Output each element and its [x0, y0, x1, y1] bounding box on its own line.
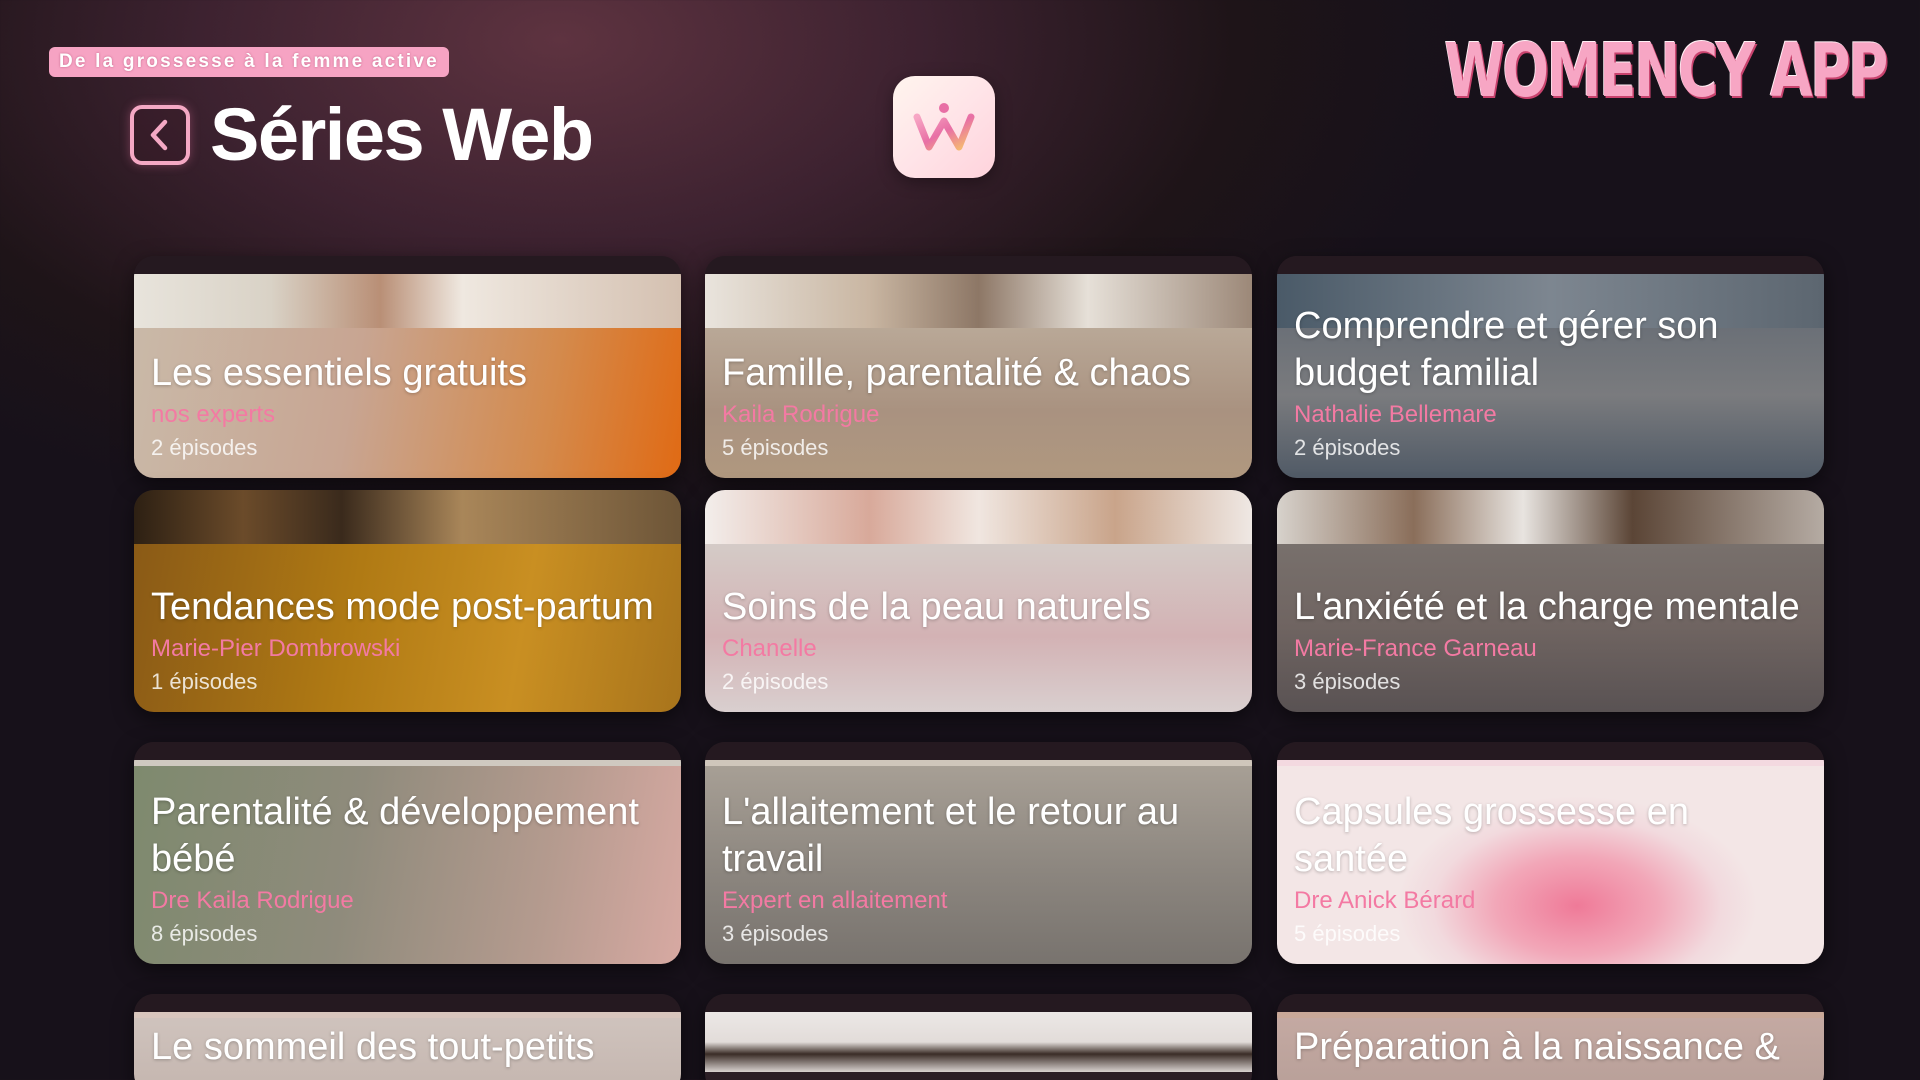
series-author: Chanelle — [722, 635, 817, 662]
series-card[interactable]: Soins de la peau naturels Chanelle 2 épi… — [705, 490, 1252, 712]
series-author: Dre Kaila Rodrigue — [151, 887, 354, 914]
series-episode-count: 8 épisodes — [151, 921, 258, 946]
series-thumbnail — [705, 1012, 1252, 1072]
card-text: Capsules grossesse en santée Dre Anick B… — [1294, 789, 1808, 950]
brand-logo: WOMENCY APP — [1444, 28, 1888, 114]
card-strip — [134, 256, 681, 274]
card-strip — [705, 256, 1252, 274]
series-author: Dre Anick Bérard — [1294, 887, 1476, 914]
series-card[interactable]: L'anxiété et la charge mentale Marie-Fra… — [1277, 490, 1824, 712]
card-text: L'anxiété et la charge mentale Marie-Fra… — [1294, 584, 1808, 698]
series-card[interactable]: Famille, parentalité & chaos Kaila Rodri… — [705, 256, 1252, 478]
card-text: L'allaitement et le retour au travail Ex… — [722, 789, 1236, 950]
series-card[interactable]: Capsules grossesse en santée Dre Anick B… — [1277, 742, 1824, 964]
series-episode-count: 3 épisodes — [722, 921, 829, 946]
series-card[interactable]: Comprendre et gérer son budget familial … — [1277, 256, 1824, 478]
series-card[interactable]: Parentalité & développement bébé Dre Kai… — [134, 742, 681, 964]
card-text: Les essentiels gratuits nos experts 2 ép… — [151, 350, 665, 464]
series-episode-count: 3 épisodes — [1294, 669, 1401, 694]
series-author: Marie-France Garneau — [1294, 635, 1537, 662]
card-text: Le sommeil des tout-petits — [151, 1024, 665, 1071]
series-episode-count: 2 épisodes — [151, 435, 258, 460]
card-strip — [134, 994, 681, 1012]
series-card[interactable]: Préparation à la naissance & — [1277, 994, 1824, 1080]
series-card[interactable]: L'allaitement et le retour au travail Ex… — [705, 742, 1252, 964]
card-strip — [1277, 742, 1824, 760]
card-text: Parentalité & développement bébé Dre Kai… — [151, 789, 665, 950]
series-card[interactable] — [705, 994, 1252, 1080]
tagline-badge: De la grossesse à la femme active — [49, 47, 449, 77]
series-card[interactable]: Les essentiels gratuits nos experts 2 ép… — [134, 256, 681, 478]
card-text: Comprendre et gérer son budget familial … — [1294, 303, 1808, 464]
card-strip — [705, 742, 1252, 760]
series-author: Expert en allaitement — [722, 887, 948, 914]
series-title: Le sommeil des tout-petits — [151, 1026, 595, 1068]
series-author: Nathalie Bellemare — [1294, 401, 1497, 428]
series-title: Famille, parentalité & chaos — [722, 352, 1191, 394]
series-title: Parentalité & développement bébé — [151, 791, 639, 880]
series-card[interactable]: Le sommeil des tout-petits — [134, 994, 681, 1080]
app-icon — [893, 76, 995, 178]
series-title: L'anxiété et la charge mentale — [1294, 586, 1800, 628]
series-thumbnail — [705, 274, 1252, 328]
series-title: L'allaitement et le retour au travail — [722, 791, 1180, 880]
card-text: Famille, parentalité & chaos Kaila Rodri… — [722, 350, 1236, 464]
page-header: Séries Web — [130, 92, 594, 177]
series-card[interactable]: Tendances mode post-partum Marie-Pier Do… — [134, 490, 681, 712]
series-author: Marie-Pier Dombrowski — [151, 635, 401, 662]
series-thumbnail — [134, 274, 681, 328]
series-title: Comprendre et gérer son budget familial — [1294, 305, 1719, 394]
series-thumbnail — [134, 490, 681, 544]
series-author: nos experts — [151, 401, 276, 428]
series-episode-count: 5 épisodes — [1294, 921, 1401, 946]
page-title: Séries Web — [210, 93, 594, 176]
back-button[interactable] — [130, 104, 190, 165]
series-episode-count: 1 épisodes — [151, 669, 258, 694]
series-title: Les essentiels gratuits — [151, 352, 527, 394]
series-title: Capsules grossesse en santée — [1294, 791, 1689, 880]
series-title: Soins de la peau naturels — [722, 586, 1151, 628]
card-strip — [134, 742, 681, 760]
card-strip — [1277, 256, 1824, 274]
series-episode-count: 2 épisodes — [1294, 435, 1401, 460]
series-episode-count: 5 épisodes — [722, 435, 829, 460]
card-strip — [705, 994, 1252, 1012]
card-text: Préparation à la naissance & — [1294, 1024, 1808, 1071]
card-text: Tendances mode post-partum Marie-Pier Do… — [151, 584, 665, 698]
womency-logo-icon — [913, 103, 975, 151]
card-text: Soins de la peau naturels Chanelle 2 épi… — [722, 584, 1236, 698]
series-episode-count: 2 épisodes — [722, 669, 829, 694]
series-title: Tendances mode post-partum — [151, 586, 654, 628]
series-title: Préparation à la naissance & — [1294, 1026, 1780, 1068]
series-author: Kaila Rodrigue — [722, 401, 880, 428]
chevron-left-icon — [150, 119, 168, 150]
series-thumbnail — [705, 490, 1252, 544]
series-thumbnail — [1277, 490, 1824, 544]
card-strip — [1277, 994, 1824, 1012]
